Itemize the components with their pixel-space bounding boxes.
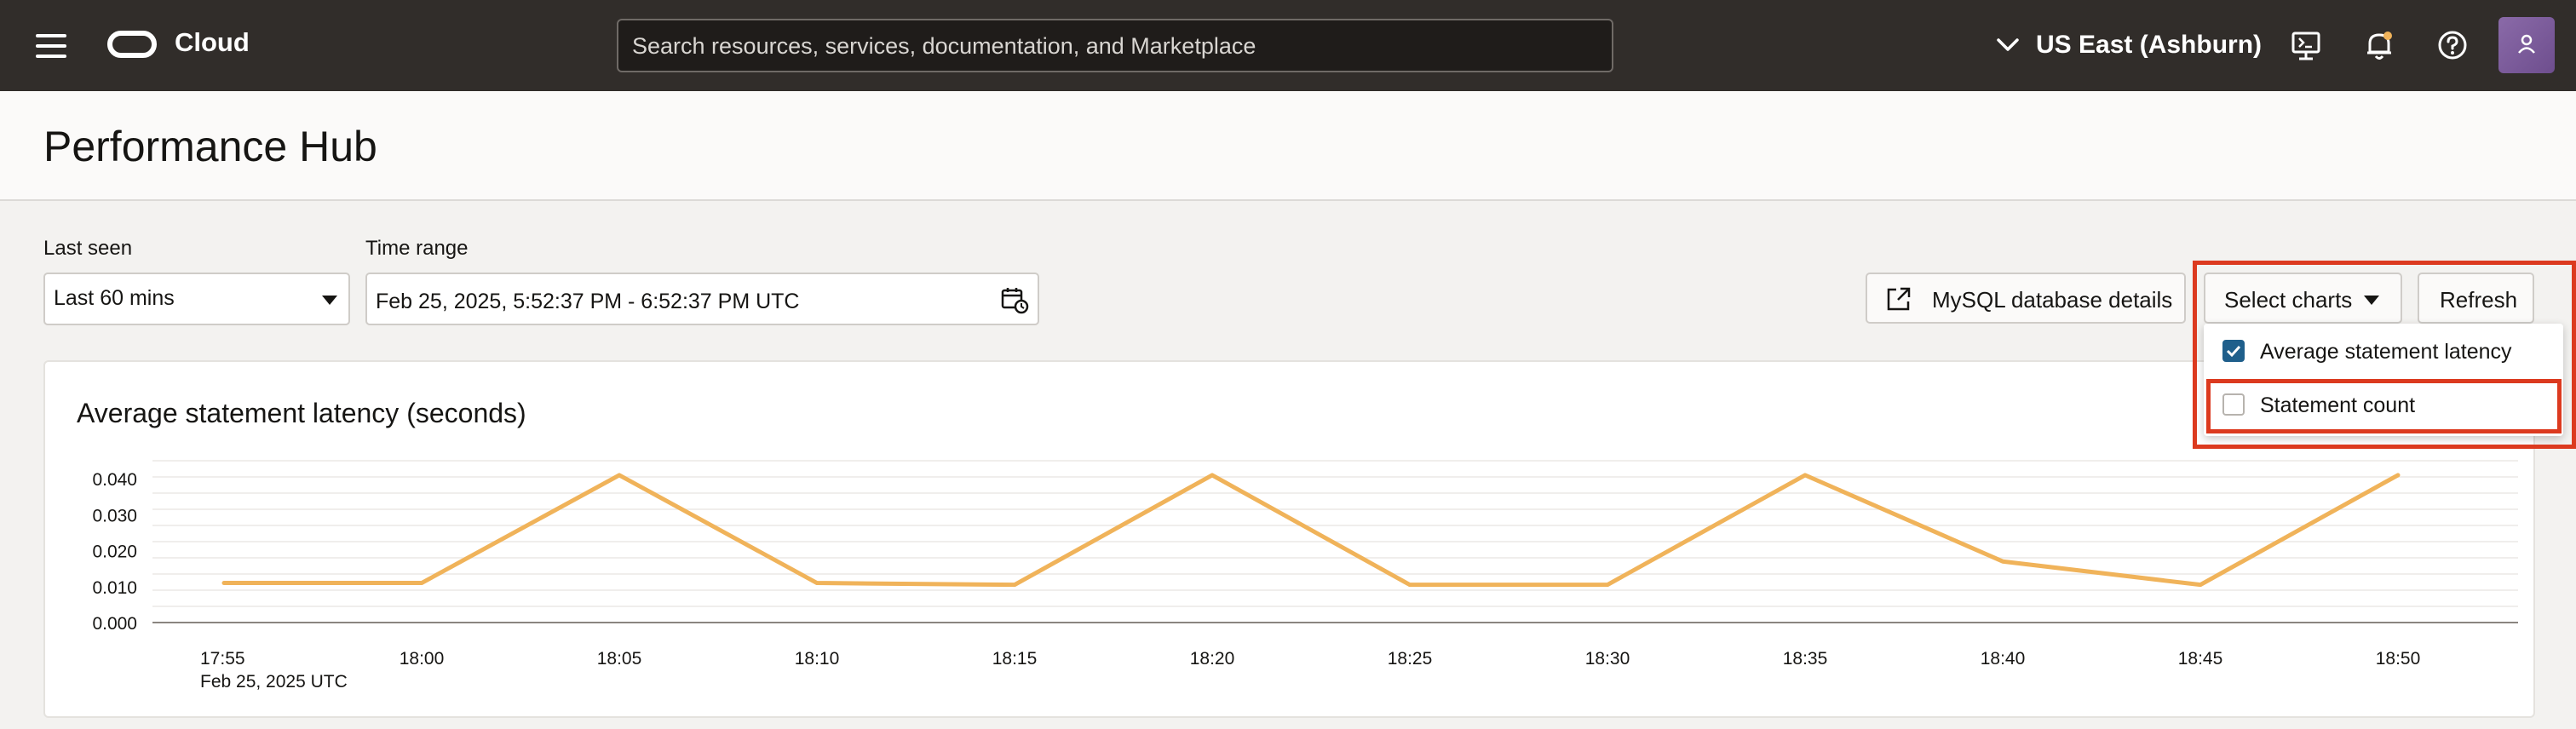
menu-item-average-statement-latency[interactable]: Average statement latency: [2204, 325, 2563, 376]
last-seen-value: Last 60 mins: [54, 286, 175, 310]
brand-label[interactable]: Cloud: [175, 27, 250, 58]
refresh-label: Refresh: [2440, 287, 2518, 313]
user-avatar[interactable]: [2498, 17, 2555, 73]
latency-line-chart: 0.040 0.030 0.020 0.010 0.000 17:55 18:00 18:05…: [92, 460, 2518, 692]
x-tick-label: 18:50: [2376, 649, 2421, 669]
last-seen-label: Last seen: [43, 237, 133, 260]
time-range-value: Feb 25, 2025, 5:52:37 PM - 6:52:37 PM UT…: [376, 290, 800, 313]
notifications-bell-icon[interactable]: [2360, 26, 2399, 65]
user-icon: [2518, 34, 2535, 54]
refresh-button[interactable]: Refresh: [2418, 273, 2534, 324]
x-tick-label: 18:20: [1190, 649, 1235, 669]
checkbox-checked-icon[interactable]: [2222, 340, 2245, 362]
x-tick-label: 18:35: [1783, 649, 1828, 669]
x-tick-label: 18:15: [992, 649, 1038, 669]
caret-down-icon: [2364, 296, 2379, 305]
x-tick-label: 17:55: [200, 649, 245, 669]
x-tick-label: 18:25: [1388, 649, 1433, 669]
menu-item-label: Statement count: [2260, 393, 2416, 417]
caret-down-icon: [322, 296, 337, 305]
calendar-clock-icon[interactable]: [1000, 285, 1029, 314]
x-tick-label: 18:00: [400, 649, 445, 669]
page-title: Performance Hub: [43, 123, 377, 170]
y-tick-label: 0.010: [92, 578, 137, 598]
checkbox-unchecked-icon[interactable]: [2222, 393, 2245, 416]
chevron-down-icon: [1997, 38, 2019, 51]
help-icon[interactable]: [2433, 26, 2472, 65]
last-seen-select[interactable]: Last 60 mins: [43, 273, 350, 325]
oracle-logo-icon[interactable]: [107, 31, 157, 58]
search-input[interactable]: [630, 20, 1596, 72]
mysql-database-details-button[interactable]: MySQL database details: [1866, 273, 2186, 324]
menu-item-statement-count[interactable]: Statement count: [2204, 379, 2563, 430]
hamburger-menu-icon[interactable]: [36, 34, 66, 58]
x-tick-label: 18:40: [1981, 649, 2026, 669]
select-charts-menu: Average statement latency Statement coun…: [2204, 324, 2563, 436]
page-header: Performance Hub: [0, 91, 2576, 201]
x-tick-label: 18:05: [597, 649, 642, 669]
y-tick-label: 0.040: [92, 470, 137, 490]
select-charts-button[interactable]: Select charts: [2204, 273, 2402, 324]
chart-card: Average statement latency (seconds) 0.04…: [43, 360, 2535, 718]
mysql-database-details-label: MySQL database details: [1932, 287, 2173, 313]
y-tick-label: 0.000: [92, 614, 137, 634]
x-tick-label: 18:10: [795, 649, 840, 669]
series-line: [221, 473, 2401, 588]
x-date-label: Feb 25, 2025 UTC: [200, 672, 348, 692]
external-link-icon: [1887, 287, 1911, 311]
cloud-shell-icon[interactable]: [2286, 26, 2326, 65]
select-charts-label: Select charts: [2224, 287, 2353, 313]
x-tick-label: 18:30: [1585, 649, 1630, 669]
x-tick-label: 18:45: [2178, 649, 2223, 669]
region-selector[interactable]: US East (Ashburn): [1995, 28, 2262, 62]
menu-item-label: Average statement latency: [2260, 340, 2512, 364]
region-label: US East (Ashburn): [2036, 31, 2263, 59]
y-tick-label: 0.020: [92, 542, 137, 562]
top-navigation-bar: Cloud US East (Ashburn): [0, 0, 2576, 91]
time-range-label: Time range: [365, 237, 469, 260]
search-box[interactable]: [617, 19, 1613, 72]
y-tick-label: 0.030: [92, 506, 137, 525]
time-range-picker[interactable]: Feb 25, 2025, 5:52:37 PM - 6:52:37 PM UT…: [365, 273, 1039, 325]
